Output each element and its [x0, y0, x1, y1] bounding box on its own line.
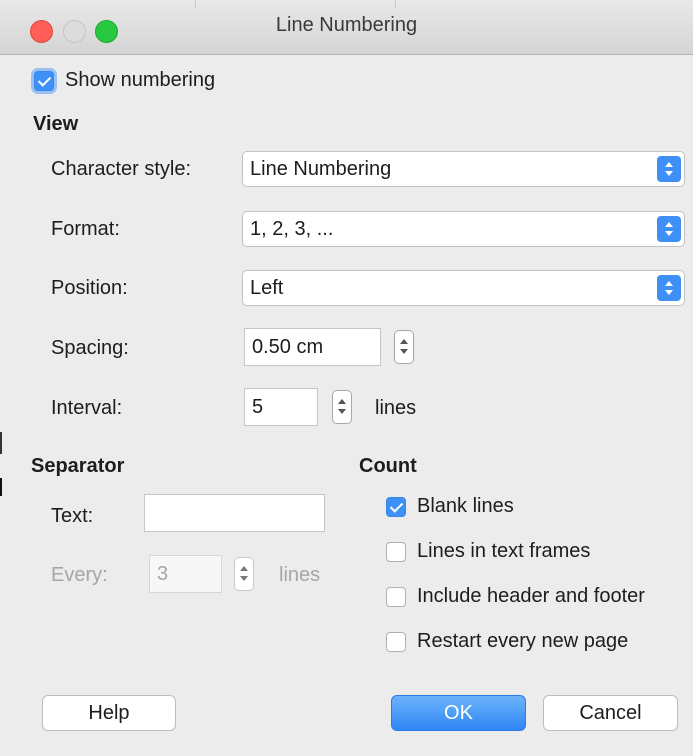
position-label: Position:: [51, 277, 128, 299]
blank-lines-label: Blank lines: [417, 495, 514, 517]
every-stepper[interactable]: [234, 557, 254, 591]
show-numbering-label: Show numbering: [65, 69, 216, 91]
interval-input[interactable]: 5: [244, 388, 318, 426]
tick-mark: [195, 0, 196, 8]
include-header-footer-label: Include header and footer: [417, 585, 645, 607]
interval-stepper[interactable]: [332, 390, 352, 424]
chevron-updown-icon: [657, 156, 681, 182]
view-heading: View: [33, 113, 79, 135]
character-style-label: Character style:: [51, 158, 192, 180]
character-style-value: Line Numbering: [250, 158, 392, 180]
separator-text-input[interactable]: [144, 494, 325, 532]
cancel-button[interactable]: Cancel: [543, 695, 678, 731]
every-unit: lines: [279, 564, 321, 586]
restart-every-new-page-checkbox[interactable]: [386, 632, 406, 652]
window-title: Line Numbering: [275, 14, 418, 36]
every-value: 3: [157, 563, 169, 585]
chevron-updown-icon: [657, 216, 681, 242]
chevron-updown-icon: [657, 275, 681, 301]
title-bar-ticks: [195, 0, 693, 8]
blank-lines-checkbox[interactable]: [386, 497, 406, 517]
separator-text-label: Text:: [51, 505, 94, 527]
format-select[interactable]: 1, 2, 3, ...: [242, 211, 685, 247]
position-select[interactable]: Left: [242, 270, 685, 306]
format-label: Format:: [51, 218, 120, 240]
ok-button[interactable]: OK: [391, 695, 526, 731]
lines-in-text-frames-checkbox[interactable]: [386, 542, 406, 562]
include-header-footer-checkbox[interactable]: [386, 587, 406, 607]
help-button[interactable]: Help: [42, 695, 176, 731]
lines-in-text-frames-label: Lines in text frames: [417, 540, 591, 562]
spacing-value: 0.50 cm: [252, 336, 324, 358]
spacing-stepper[interactable]: [394, 330, 414, 364]
spacing-label: Spacing:: [51, 337, 129, 359]
background-artifact: [0, 478, 2, 496]
interval-unit: lines: [375, 397, 417, 419]
interval-label: Interval:: [51, 397, 123, 419]
every-input[interactable]: 3: [149, 555, 222, 593]
spacing-input[interactable]: 0.50 cm: [244, 328, 381, 366]
position-value: Left: [250, 277, 284, 299]
interval-value: 5: [252, 396, 264, 418]
show-numbering-checkbox[interactable]: [34, 71, 54, 91]
title-bar: Line Numbering: [0, 0, 693, 55]
every-label: Every:: [51, 564, 108, 586]
separator-heading: Separator: [31, 455, 125, 477]
count-heading: Count: [359, 455, 417, 477]
background-artifact: [0, 432, 2, 454]
tick-mark: [395, 0, 396, 8]
format-value: 1, 2, 3, ...: [250, 218, 334, 240]
character-style-select[interactable]: Line Numbering: [242, 151, 685, 187]
restart-every-new-page-label: Restart every new page: [417, 630, 629, 652]
